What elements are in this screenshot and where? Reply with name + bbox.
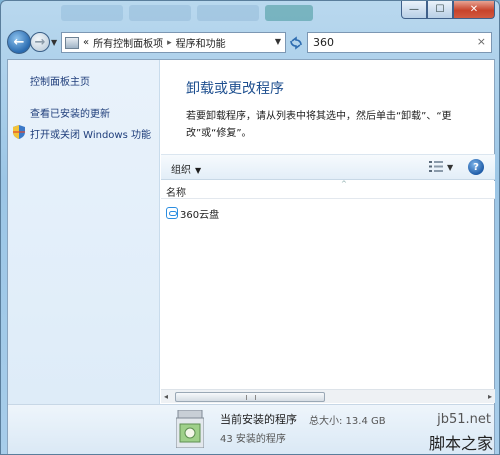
sidebar-link-installed-updates[interactable]: 查看已安装的更新 (30, 105, 110, 120)
content-frame: 控制面板主页 查看已安装的更新 打开或关闭 Windows 功能 卸载或更改程序… (7, 59, 495, 454)
sidebar-link-control-panel-home[interactable]: 控制面板主页 (30, 73, 90, 88)
list-item[interactable]: 360云盘 (166, 205, 219, 221)
sidebar-link-windows-features[interactable]: 打开或关闭 Windows 功能 (30, 126, 151, 141)
view-options-dropdown-icon[interactable]: ▼ (447, 163, 453, 172)
window-controls: — ☐ ✕ (401, 1, 495, 19)
ghost-tab (129, 5, 191, 21)
program-list: 360云盘 (161, 200, 495, 385)
breadcrumb-programs[interactable]: 程序和功能 (176, 35, 226, 50)
background-taskbar-ghost (61, 5, 313, 21)
column-label-name: 名称 (166, 188, 186, 199)
address-overflow[interactable]: « (83, 37, 89, 48)
task-sidebar: 控制面板主页 查看已安装的更新 打开或关闭 Windows 功能 (8, 60, 160, 454)
address-dropdown-icon[interactable]: ▼ (275, 37, 281, 46)
ghost-tab (197, 5, 259, 21)
control-panel-icon (65, 36, 79, 49)
watermark-name: 脚本之家 (428, 434, 493, 453)
installed-programs-icon (176, 410, 204, 448)
chevron-down-icon: ▼ (195, 166, 202, 175)
watermark-url: jb51.net (437, 412, 491, 427)
column-header-name[interactable]: 名称 ^ (161, 180, 495, 199)
scrollbar-thumb[interactable] (175, 392, 325, 402)
scroll-right-icon[interactable]: ▸ (488, 392, 492, 401)
ghost-tab (61, 5, 123, 21)
forward-button[interactable]: → (30, 32, 50, 52)
help-button[interactable]: ? (468, 159, 484, 175)
organize-menu-button[interactable]: 组织 ▼ (171, 161, 201, 176)
breadcrumb-separator-icon[interactable]: ▸ (167, 38, 172, 48)
program-name: 360云盘 (180, 209, 220, 221)
back-button[interactable]: ← (7, 30, 31, 54)
total-size-label: 总大小: 13.4 GB (309, 416, 386, 427)
maximize-button[interactable]: ☐ (427, 1, 453, 19)
main-panel: 卸载或更改程序 若要卸载程序，请从列表中将其选中，然后单击“卸载”、“更改”或“… (161, 60, 495, 454)
ghost-tab (265, 5, 313, 21)
title-bar: — ☐ ✕ (1, 1, 499, 27)
organize-label: 组织 (171, 165, 191, 176)
installed-count: 43 安装的程序 (220, 434, 286, 445)
installed-programs-heading: 当前安装的程序 (220, 413, 297, 426)
details-view-icon (429, 161, 443, 172)
page-description: 若要卸载程序，请从列表中将其选中，然后单击“卸载”、“更改”或“修复”。 (186, 111, 452, 139)
refresh-icon (290, 35, 302, 50)
search-input[interactable]: 360 × (307, 32, 492, 53)
programs-and-features-window: — ☐ ✕ ← → ▼ « 所有控制面板项 ▸ 程序和功能 ▼ 360 × 控制… (0, 0, 500, 455)
breadcrumb-all-items[interactable]: 所有控制面板项 (93, 35, 163, 50)
command-bar: 组织 ▼ ▼ ? (161, 154, 495, 180)
page-title: 卸载或更改程序 (186, 81, 284, 97)
change-view-button[interactable] (429, 161, 443, 175)
navigation-bar: ← → ▼ « 所有控制面板项 ▸ 程序和功能 ▼ 360 × (1, 27, 499, 57)
search-value: 360 (313, 36, 334, 49)
horizontal-scrollbar[interactable]: ◂ ▸ (161, 389, 495, 403)
sort-ascending-icon: ^ (341, 180, 347, 188)
cloud-disk-icon (166, 207, 178, 219)
clear-search-icon[interactable]: × (477, 35, 486, 48)
refresh-button[interactable] (287, 32, 305, 53)
shield-icon (13, 125, 25, 139)
grip-icon (246, 395, 256, 400)
scroll-left-icon[interactable]: ◂ (164, 392, 168, 401)
address-bar[interactable]: « 所有控制面板项 ▸ 程序和功能 ▼ (61, 32, 286, 53)
close-button[interactable]: ✕ (453, 1, 495, 19)
minimize-button[interactable]: — (401, 1, 427, 19)
recent-pages-dropdown[interactable]: ▼ (51, 38, 57, 47)
site-watermark: jb51.net 脚本之家 (415, 408, 495, 454)
